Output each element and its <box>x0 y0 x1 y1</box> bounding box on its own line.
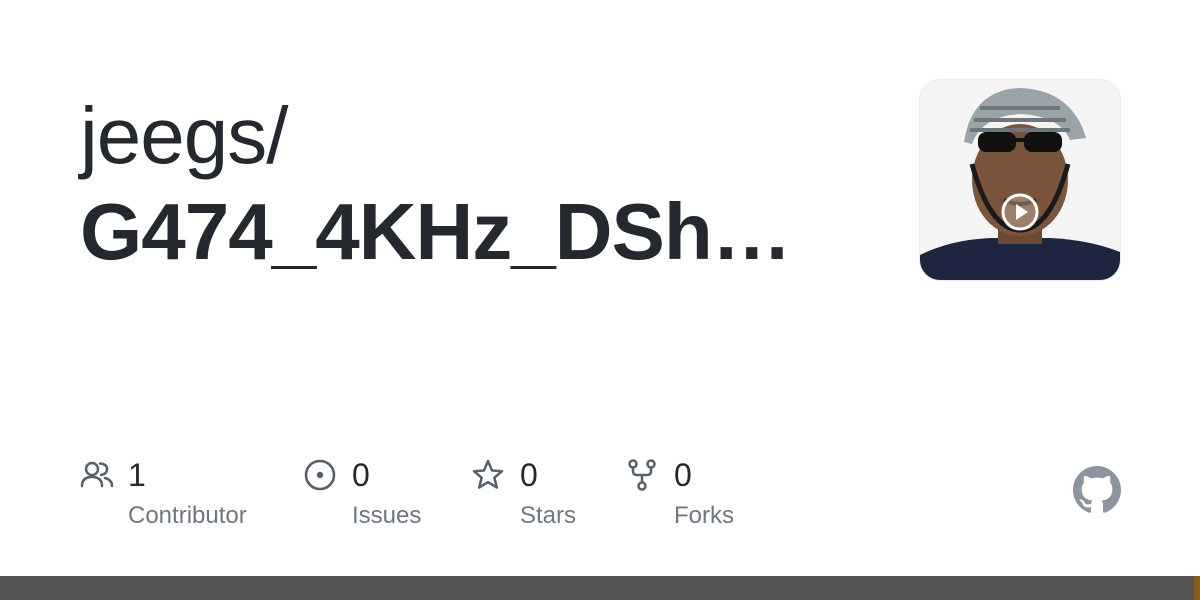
issue-circle-icon <box>304 459 336 491</box>
repo-owner[interactable]: jeegs/ <box>80 88 860 184</box>
play-circle-icon[interactable] <box>1000 192 1040 232</box>
avatar[interactable] <box>920 80 1120 280</box>
issues-label: Issues <box>352 502 422 529</box>
language-bar <box>0 576 1200 600</box>
repo-title: jeegs/ G474_4KHz_DShot_via_Timer_Burst_D… <box>80 88 860 280</box>
forks-count: 0 <box>674 457 692 493</box>
github-logo-icon[interactable] <box>1073 466 1121 514</box>
contributor-count: 1 <box>128 457 146 493</box>
stars-label: Stars <box>520 502 577 529</box>
fork-icon <box>628 459 656 491</box>
language-bar-accent <box>1194 576 1200 600</box>
stars-count: 0 <box>520 457 538 493</box>
star-icon <box>472 459 504 489</box>
people-icon <box>80 461 114 488</box>
contributor-label: Contributor <box>128 502 247 529</box>
avatar-image <box>920 80 1120 280</box>
repo-name[interactable]: G474_4KHz_DShot_via_Timer_Burst_DMA <box>80 184 822 280</box>
issues-count: 0 <box>352 457 370 493</box>
repo-social-card: jeegs/ G474_4KHz_DShot_via_Timer_Burst_D… <box>0 0 1200 600</box>
forks-label: Forks <box>674 502 734 529</box>
